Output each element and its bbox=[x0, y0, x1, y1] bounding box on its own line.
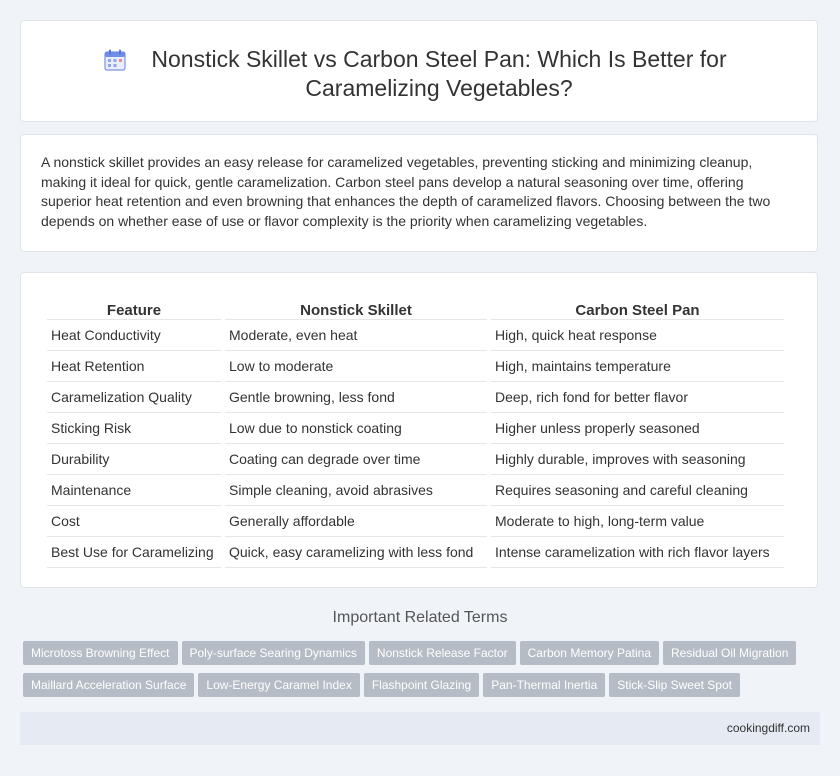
feature-cell: Heat Retention bbox=[47, 351, 221, 382]
carbon-steel-cell: Highly durable, improves with seasoning bbox=[491, 444, 784, 475]
header-carbon-steel: Carbon Steel Pan bbox=[491, 295, 784, 320]
related-terms-heading: Important Related Terms bbox=[332, 609, 508, 626]
carbon-steel-cell: Intense caramelization with rich flavor … bbox=[491, 537, 784, 568]
table-row: Sticking Risk Low due to nonstick coatin… bbox=[47, 413, 784, 444]
related-term-tag[interactable]: Maillard Acceleration Surface bbox=[23, 673, 195, 697]
table-row: Heat Retention Low to moderate High, mai… bbox=[47, 351, 784, 382]
comparison-table-card: Feature Nonstick Skillet Carbon Steel Pa… bbox=[20, 272, 818, 588]
table-row: Heat Conductivity Moderate, even heat Hi… bbox=[47, 320, 784, 351]
related-terms-list: Microtoss Browning Effect Poly-surface Se… bbox=[23, 641, 823, 705]
related-term-tag[interactable]: Stick-Slip Sweet Spot bbox=[609, 673, 740, 697]
nonstick-cell: Coating can degrade over time bbox=[225, 444, 487, 475]
related-term-tag[interactable]: Nonstick Release Factor bbox=[368, 641, 516, 665]
related-term-tag[interactable]: Poly-surface Searing Dynamics bbox=[181, 641, 365, 665]
feature-cell: Heat Conductivity bbox=[47, 320, 221, 351]
nonstick-cell: Generally affordable bbox=[225, 506, 487, 537]
related-term-tag[interactable]: Flashpoint Glazing bbox=[363, 673, 480, 697]
nonstick-cell: Low to moderate bbox=[225, 351, 487, 382]
summary-card: A nonstick skillet provides an easy rele… bbox=[20, 134, 818, 252]
header-feature: Feature bbox=[47, 295, 221, 320]
carbon-steel-cell: Requires seasoning and careful cleaning bbox=[491, 475, 784, 506]
related-term-tag[interactable]: Pan-Thermal Inertia bbox=[483, 673, 606, 697]
feature-cell: Caramelization Quality bbox=[47, 382, 221, 413]
page-title: Nonstick Skillet vs Carbon Steel Pan: Wh… bbox=[151, 46, 727, 101]
feature-cell: Sticking Risk bbox=[47, 413, 221, 444]
nonstick-cell: Simple cleaning, avoid abrasives bbox=[225, 475, 487, 506]
nonstick-cell: Gentle browning, less fond bbox=[225, 382, 487, 413]
table-row: Maintenance Simple cleaning, avoid abras… bbox=[47, 475, 784, 506]
feature-cell: Durability bbox=[47, 444, 221, 475]
summary-text: A nonstick skillet provides an easy rele… bbox=[41, 154, 771, 229]
carbon-steel-cell: Deep, rich fond for better flavor bbox=[491, 382, 784, 413]
footer: cookingdiff.com bbox=[20, 712, 820, 745]
carbon-steel-cell: High, maintains temperature bbox=[491, 351, 784, 382]
table-row: Durability Coating can degrade over time… bbox=[47, 444, 784, 475]
feature-cell: Maintenance bbox=[47, 475, 221, 506]
nonstick-cell: Quick, easy caramelizing with less fond bbox=[225, 537, 487, 568]
comparison-table: Feature Nonstick Skillet Carbon Steel Pa… bbox=[43, 295, 788, 568]
table-header-row: Feature Nonstick Skillet Carbon Steel Pa… bbox=[47, 295, 784, 320]
related-term-tag[interactable]: Residual Oil Migration bbox=[663, 641, 797, 665]
carbon-steel-cell: Higher unless properly seasoned bbox=[491, 413, 784, 444]
nonstick-cell: Low due to nonstick coating bbox=[225, 413, 487, 444]
table-row: Best Use for Caramelizing Quick, easy ca… bbox=[47, 537, 784, 568]
feature-cell: Best Use for Caramelizing bbox=[47, 537, 221, 568]
footer-site-link[interactable]: cookingdiff.com bbox=[727, 721, 810, 735]
carbon-steel-cell: Moderate to high, long-term value bbox=[491, 506, 784, 537]
related-term-tag[interactable]: Microtoss Browning Effect bbox=[23, 641, 178, 665]
related-term-tag[interactable]: Low-Energy Caramel Index bbox=[198, 673, 360, 697]
feature-cell: Cost bbox=[47, 506, 221, 537]
table-row: Cost Generally affordable Moderate to hi… bbox=[47, 506, 784, 537]
related-term-tag[interactable]: Carbon Memory Patina bbox=[519, 641, 660, 665]
header-nonstick: Nonstick Skillet bbox=[225, 295, 487, 320]
table-row: Caramelization Quality Gentle browning, … bbox=[47, 382, 784, 413]
carbon-steel-cell: High, quick heat response bbox=[491, 320, 784, 351]
title-card: Nonstick Skillet vs Carbon Steel Pan: Wh… bbox=[20, 20, 818, 122]
nonstick-cell: Moderate, even heat bbox=[225, 320, 487, 351]
